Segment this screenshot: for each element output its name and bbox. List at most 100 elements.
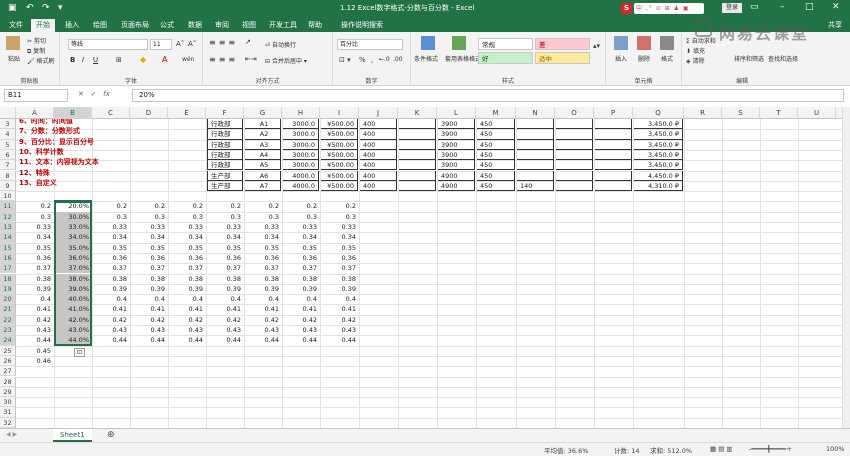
table-cell[interactable]	[595, 149, 632, 161]
number-cell[interactable]: 0.2	[169, 201, 205, 211]
add-sheet-icon[interactable]: ⊕	[107, 430, 115, 440]
column-header-q[interactable]: Q	[633, 107, 684, 119]
number-cell[interactable]: 0.38	[283, 274, 319, 284]
number-cell[interactable]: 0.36	[283, 253, 319, 263]
number-cell[interactable]: 0.39	[17, 284, 53, 294]
font-size-dropdown[interactable]: 11	[150, 39, 172, 50]
number-cell[interactable]: 0.2	[17, 201, 53, 211]
number-cell[interactable]: 0.3	[207, 212, 243, 222]
table-cell[interactable]: 行政部	[207, 129, 243, 140]
table-cell[interactable]	[399, 129, 436, 140]
number-cell[interactable]: 0.33	[245, 222, 281, 232]
row-header-31[interactable]: 31	[0, 407, 16, 418]
row-header-18[interactable]: 18	[0, 273, 16, 284]
table-cell[interactable]: 450	[477, 180, 515, 192]
number-cell[interactable]: 0.34	[131, 232, 167, 242]
minimize-icon[interactable]: –	[780, 2, 785, 12]
close-icon[interactable]: ✕	[832, 2, 840, 12]
row-header-29[interactable]: 29	[0, 386, 16, 398]
increase-decimal-button[interactable]: ←.0	[379, 56, 390, 63]
column-header-i[interactable]: I	[320, 107, 359, 119]
number-cell[interactable]: 0.33	[321, 222, 358, 232]
number-cell[interactable]: 0.42	[207, 315, 243, 325]
number-cell[interactable]: 0.38	[93, 274, 129, 284]
table-cell[interactable]: 行政部	[207, 139, 243, 150]
row-header-24[interactable]: 24	[0, 335, 16, 346]
tab-home[interactable]: 开始	[31, 19, 55, 32]
paste-button[interactable]: 粘贴	[8, 54, 20, 63]
row-header-16[interactable]: 16	[0, 252, 16, 264]
sheet-tab[interactable]: Sheet1	[53, 429, 92, 442]
copy-button[interactable]: ⧉ 复制	[27, 46, 45, 56]
table-cell[interactable]	[399, 160, 436, 171]
table-cell[interactable]: ¥500.00	[321, 149, 358, 161]
column-header-g[interactable]: G	[244, 107, 282, 119]
accounting-format-icon[interactable]: ⊡ ▾	[339, 56, 351, 64]
table-cell[interactable]: 400	[360, 160, 397, 171]
number-cell[interactable]: 0.37	[131, 263, 167, 273]
column-header-o[interactable]: O	[555, 107, 594, 119]
zoom-slider[interactable]: –━━━━╋━━━━+	[748, 445, 792, 453]
number-cell[interactable]: 0.34	[207, 232, 243, 242]
number-cell[interactable]: 0.3	[245, 212, 281, 222]
table-cell[interactable]: 400	[360, 149, 397, 161]
row-header-6[interactable]: 6	[0, 149, 16, 161]
shrink-font-button[interactable]: A˅	[188, 40, 196, 48]
tab-help[interactable]: 帮助	[303, 19, 327, 32]
row-header-17[interactable]: 17	[0, 263, 16, 274]
table-cell[interactable]: 3000.0	[283, 119, 319, 130]
input-method-toolbar[interactable]: 中 ,° ⊙ ⊞ ♟ ▣	[634, 3, 704, 14]
row-header-13[interactable]: 13	[0, 222, 16, 233]
table-cell[interactable]: 4,450.0 ₽	[634, 170, 683, 181]
table-cell[interactable]	[399, 149, 436, 161]
comma-style-button[interactable]: ,	[371, 56, 373, 64]
worksheet-grid[interactable]: 6、时间：时间值 7、分数：分数形式 9、百分比：显示百分号 10、科学计数 11、文本…	[16, 119, 842, 428]
table-cell[interactable]: 3,450.0 ₽	[634, 129, 683, 140]
number-cell[interactable]: 0.34	[245, 232, 281, 242]
table-cell[interactable]: 3,450.0 ₽	[634, 149, 683, 161]
number-cell[interactable]: 0.2	[245, 201, 281, 211]
number-cell[interactable]: 0.4	[207, 294, 243, 304]
table-cell[interactable]: 450	[477, 139, 515, 150]
row-header-30[interactable]: 30	[0, 397, 16, 408]
style-neutral[interactable]: 适中	[535, 52, 590, 64]
row-header-27[interactable]: 27	[0, 366, 16, 377]
table-cell[interactable]: ¥500.00	[321, 119, 358, 130]
number-cell[interactable]: 0.37	[283, 263, 319, 273]
table-format-button[interactable]: 套用表格格式	[445, 54, 481, 63]
merge-center-button[interactable]: ⊟ 合并后居中 ▾	[265, 56, 307, 65]
table-cell[interactable]: 3000.0	[283, 139, 319, 150]
number-cell[interactable]: 0.39	[207, 284, 243, 294]
table-cell[interactable]: A1	[245, 119, 281, 130]
style-normal[interactable]: 常规	[478, 38, 533, 50]
number-cell[interactable]: 0.43	[245, 325, 281, 335]
enter-icon[interactable]: ✓	[91, 90, 97, 98]
fill-button[interactable]: ⬇ 填充	[686, 46, 705, 55]
number-cell[interactable]: 0.3	[321, 212, 358, 222]
wrap-text-button[interactable]: ⏎ 自动换行	[265, 40, 296, 49]
number-cell[interactable]: 0.43	[169, 325, 205, 335]
insert-cells-icon[interactable]	[614, 36, 628, 50]
table-cell[interactable]: 140	[517, 180, 554, 192]
table-cell[interactable]	[556, 139, 593, 150]
column-header-r[interactable]: R	[684, 107, 722, 119]
row-header-32[interactable]: 32	[0, 417, 16, 428]
column-header-j[interactable]: J	[359, 107, 398, 119]
cancel-icon[interactable]: ✕	[78, 90, 84, 98]
number-cell[interactable]: 0.46	[17, 356, 53, 366]
table-cell[interactable]	[595, 129, 632, 140]
note-text[interactable]: 11、文本：内容视为文本	[17, 157, 99, 167]
number-cell[interactable]: 0.34	[321, 232, 358, 242]
table-cell[interactable]: A4	[245, 149, 281, 161]
note-text[interactable]: 12、特殊	[17, 168, 50, 178]
tab-developer[interactable]: 开发工具	[264, 19, 302, 32]
number-cell[interactable]: 0.42	[131, 315, 167, 325]
row-header-4[interactable]: 4	[0, 129, 16, 140]
table-cell[interactable]	[399, 139, 436, 150]
table-cell[interactable]	[517, 170, 554, 181]
share-button[interactable]: 共享	[828, 20, 842, 30]
table-cell[interactable]	[556, 180, 593, 192]
number-cell[interactable]: 0.39	[93, 284, 129, 294]
row-header-15[interactable]: 15	[0, 242, 16, 253]
row-header-28[interactable]: 28	[0, 376, 16, 387]
